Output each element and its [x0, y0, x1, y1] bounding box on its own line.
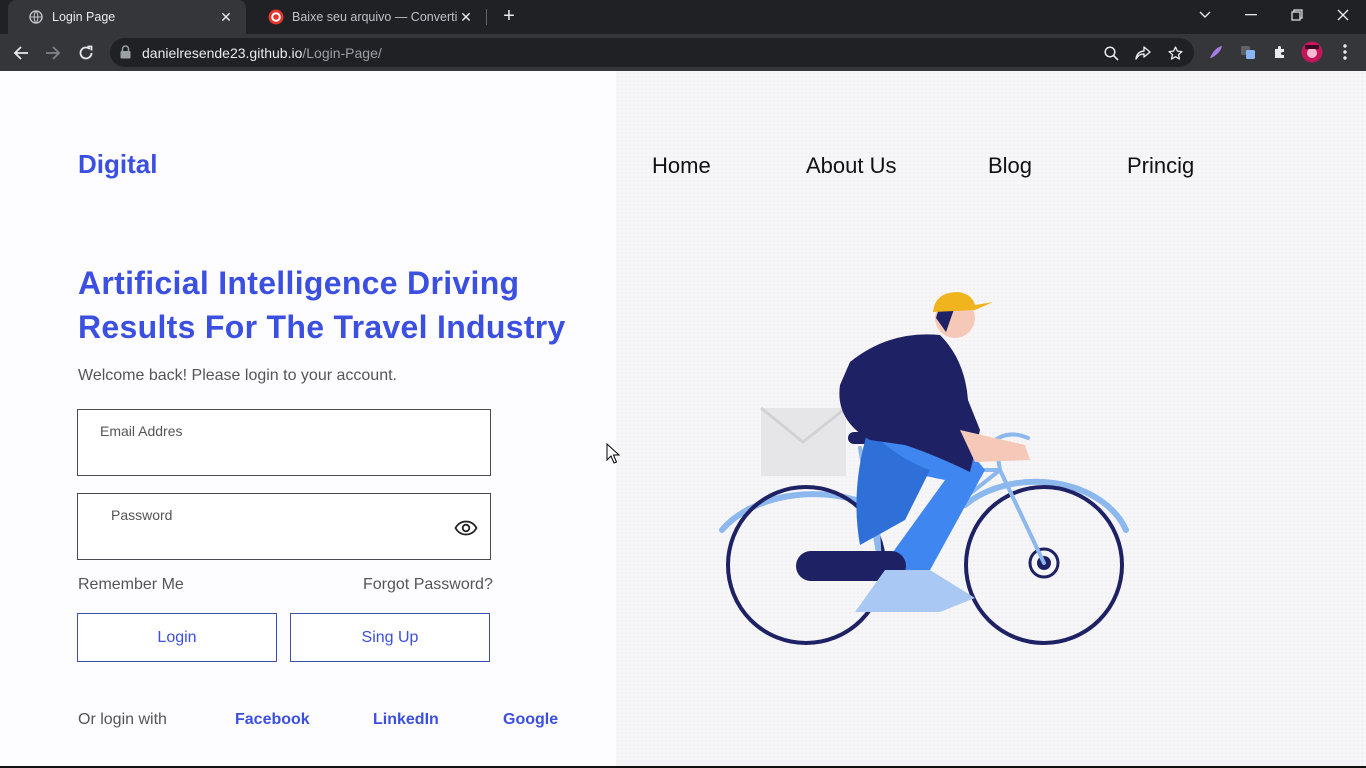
- tab-close-icon[interactable]: ✕: [218, 9, 234, 25]
- reload-icon[interactable]: [73, 40, 99, 66]
- google-link[interactable]: Google: [503, 711, 558, 729]
- or-login-with-label: Or login with: [78, 711, 167, 728]
- convertio-icon: [268, 9, 284, 25]
- password-input[interactable]: [111, 529, 440, 551]
- nav-about-us[interactable]: About Us: [806, 153, 897, 179]
- url-text: danielresende23.github.io/Login-Page/: [142, 45, 382, 61]
- zoom-magnifier-icon[interactable]: [1101, 43, 1121, 63]
- email-input[interactable]: [98, 445, 440, 467]
- puzzle-extensions-icon[interactable]: [1269, 41, 1291, 63]
- login-page: Digital Artificial Intelligence Driving …: [0, 71, 1366, 766]
- password-field[interactable]: Password: [77, 493, 491, 560]
- eye-icon[interactable]: [454, 518, 478, 538]
- tab-title: Login Page: [52, 10, 116, 24]
- url-host: danielresende23.github.io: [142, 45, 303, 61]
- email-label: Email Addres: [100, 423, 183, 439]
- welcome-text: Welcome back! Please login to your accou…: [78, 367, 397, 384]
- globe-icon: [28, 9, 44, 25]
- close-window-icon[interactable]: [1320, 0, 1366, 30]
- password-label: Password: [111, 507, 173, 523]
- email-field[interactable]: Email Addres: [77, 409, 491, 476]
- share-icon[interactable]: [1133, 43, 1153, 63]
- facebook-link[interactable]: Facebook: [235, 711, 310, 729]
- url-path: /Login-Page/: [302, 45, 382, 61]
- address-bar[interactable]: danielresende23.github.io/Login-Page/: [110, 38, 1194, 67]
- nav-blog[interactable]: Blog: [988, 153, 1032, 179]
- new-tab-plus-icon[interactable]: +: [498, 6, 520, 28]
- login-button[interactable]: Login: [77, 613, 277, 662]
- linkedin-link[interactable]: LinkedIn: [373, 711, 439, 729]
- bookmark-star-icon[interactable]: [1165, 43, 1185, 63]
- tab-close-icon[interactable]: ✕: [458, 9, 474, 25]
- nav-home[interactable]: Home: [652, 153, 711, 179]
- back-arrow-icon[interactable]: [8, 40, 34, 66]
- signup-button[interactable]: Sing Up: [290, 613, 490, 662]
- tab-separator: [486, 9, 487, 25]
- restore-icon[interactable]: [1274, 0, 1320, 30]
- tab-convertio[interactable]: Baixe seu arquivo — Convertio ✕: [248, 0, 486, 34]
- cyclist-illustration: [719, 292, 1129, 645]
- minimize-icon[interactable]: [1228, 0, 1274, 30]
- forward-arrow-icon[interactable]: [40, 40, 66, 66]
- feather-extension-icon[interactable]: [1205, 41, 1227, 63]
- browser-tab-bar: Login Page ✕ Baixe seu arquivo — Convert…: [0, 0, 1366, 34]
- remember-me-label[interactable]: Remember Me: [78, 576, 184, 594]
- mouse-cursor-icon: [606, 443, 620, 464]
- brand-logo[interactable]: Digital: [78, 149, 157, 180]
- login-panel: Digital Artificial Intelligence Driving …: [0, 71, 616, 766]
- page-headline: Artificial Intelligence Driving Results …: [78, 265, 566, 345]
- lock-icon[interactable]: [120, 45, 131, 64]
- translate-extension-icon[interactable]: [1237, 41, 1259, 63]
- nav-princig[interactable]: Princig: [1127, 153, 1194, 179]
- chrome-menu-dots-icon[interactable]: [1334, 41, 1356, 63]
- tab-search-chevron-icon[interactable]: [1182, 0, 1228, 30]
- tab-login-page[interactable]: Login Page ✕: [8, 0, 246, 34]
- forgot-password-link[interactable]: Forgot Password?: [363, 576, 493, 594]
- profile-avatar-icon[interactable]: [1301, 41, 1323, 63]
- browser-toolbar: danielresende23.github.io/Login-Page/: [0, 34, 1366, 71]
- tab-title: Baixe seu arquivo — Convertio: [292, 10, 458, 24]
